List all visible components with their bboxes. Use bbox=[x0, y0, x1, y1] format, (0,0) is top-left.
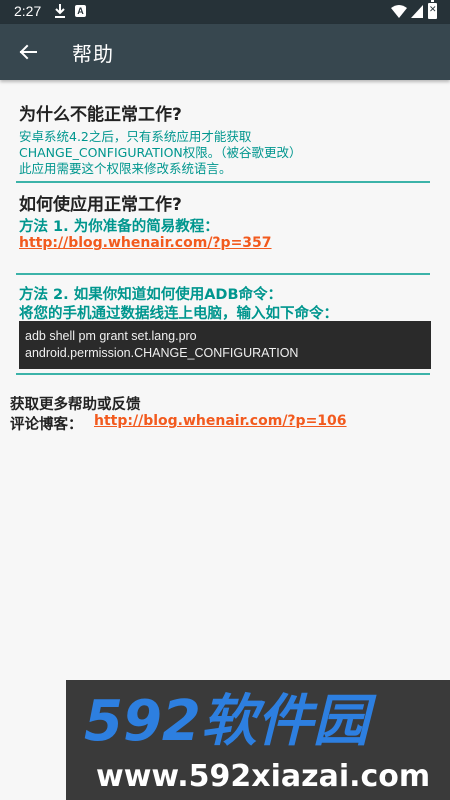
battery-icon: ✕ bbox=[428, 0, 437, 19]
blog-label: 评论博客： bbox=[10, 417, 83, 433]
method-2-instruction: 将您的手机通过数据线连上电脑，输入如下命令： bbox=[19, 306, 338, 322]
divider bbox=[16, 373, 430, 375]
method-2-label: 方法 2. 如果你知道如何使用ADB命令： bbox=[19, 287, 283, 303]
command-line-2: android.permission.CHANGE_CONFIGURATION bbox=[25, 346, 299, 360]
back-arrow-icon[interactable] bbox=[14, 38, 42, 66]
status-bar: 2:27 A ✕ bbox=[0, 0, 450, 24]
method-1-label: 方法 1. 为你准备的简易教程： bbox=[19, 219, 219, 235]
watermark-banner: 592软件园 www.592xiazai.com bbox=[66, 680, 450, 800]
download-icon bbox=[55, 4, 65, 18]
watermark-brand: 592软件园 bbox=[84, 689, 377, 754]
why-text-line-3: 此应用需要这个权限来修改系统语言。 bbox=[19, 161, 232, 176]
a-notification-icon: A bbox=[75, 5, 86, 17]
command-line-1: adb shell pm grant set.lang.pro bbox=[25, 329, 197, 343]
wifi-icon bbox=[391, 5, 407, 18]
592-logo-watermark: 592软件园 www.592xiazai.com bbox=[84, 689, 430, 794]
signal-icon bbox=[411, 5, 423, 18]
tutorial-link[interactable]: http://blog.whenair.com/?p=357 bbox=[19, 235, 272, 251]
adb-command-box[interactable]: adb shell pm grant set.lang.pro android.… bbox=[19, 321, 431, 369]
app-bar: 帮助 bbox=[0, 24, 450, 80]
page-title: 帮助 bbox=[72, 42, 114, 66]
how-heading: 如何使应用正常工作? bbox=[19, 195, 182, 215]
divider bbox=[16, 273, 430, 275]
battery-x-mark: ✕ bbox=[429, 5, 437, 15]
status-time: 2:27 bbox=[14, 3, 42, 19]
divider bbox=[16, 181, 430, 183]
blog-link[interactable]: http://blog.whenair.com/?p=106 bbox=[94, 413, 347, 429]
watermark-url: www.592xiazai.com bbox=[96, 759, 430, 794]
more-help-heading: 获取更多帮助或反馈 bbox=[10, 397, 141, 413]
why-heading: 为什么不能正常工作? bbox=[19, 105, 182, 125]
